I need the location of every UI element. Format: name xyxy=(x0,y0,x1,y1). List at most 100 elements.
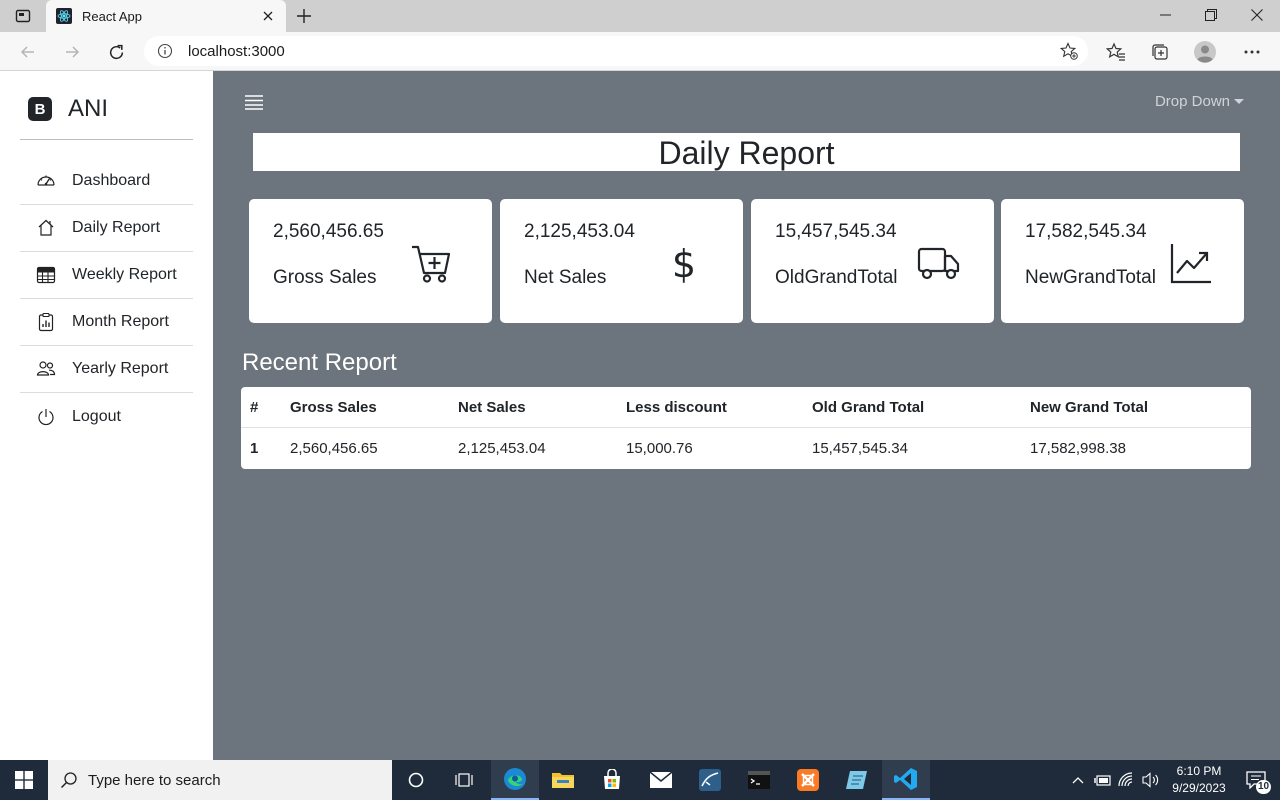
section-title: Recent Report xyxy=(242,349,397,376)
terminal-icon[interactable] xyxy=(735,760,783,800)
svg-text:$: $ xyxy=(672,242,696,285)
favorites-icon[interactable] xyxy=(1104,40,1128,64)
cart-plus-icon xyxy=(409,241,453,285)
sidebar-item-label: Yearly Report xyxy=(72,360,169,377)
collections-icon[interactable] xyxy=(1148,40,1172,64)
sidebar-item-label: Weekly Report xyxy=(72,266,177,283)
stat-value: 15,457,545.34 xyxy=(775,221,897,242)
back-icon[interactable] xyxy=(14,38,42,66)
url-text: localhost:3000 xyxy=(188,42,285,60)
brand[interactable]: B ANI xyxy=(28,95,108,123)
sidebar-item-month-report[interactable]: Month Report xyxy=(20,299,193,346)
dropdown-label: Drop Down xyxy=(1154,93,1230,110)
wifi-icon[interactable] xyxy=(1116,760,1138,800)
caret-down-icon xyxy=(1234,99,1244,104)
page-title: Daily Report xyxy=(253,133,1240,171)
notification-center-icon[interactable]: 10 xyxy=(1236,760,1276,800)
restore-icon[interactable] xyxy=(1188,0,1234,30)
sidebar-item-dashboard[interactable]: Dashboard xyxy=(20,158,193,205)
sidebar-item-label: Month Report xyxy=(72,313,169,330)
address-input[interactable]: localhost:3000 xyxy=(144,36,1088,66)
sidebar-item-logout[interactable]: Logout xyxy=(20,393,193,440)
main-content: Drop Down Daily Report 2,560,456.65 Gros… xyxy=(213,71,1280,760)
header-dropdown[interactable]: Drop Down xyxy=(1155,93,1244,110)
minimize-icon[interactable] xyxy=(1142,0,1188,30)
graph-up-icon xyxy=(1169,241,1213,285)
stat-card-gross-sales: 2,560,456.65 Gross Sales xyxy=(249,199,492,323)
stat-card-old-grand-total: 15,457,545.34 OldGrandTotal xyxy=(751,199,994,323)
windows-taskbar: Type here to search 6:10 PM 9/29/2023 10 xyxy=(0,760,1280,800)
taskbar-search-input[interactable]: Type here to search xyxy=(48,760,392,800)
search-placeholder: Type here to search xyxy=(88,771,221,789)
clipboard-chart-icon xyxy=(36,312,56,332)
clock-time: 6:10 PM xyxy=(1176,764,1222,778)
table-cell: 15,457,545.34 xyxy=(812,440,908,457)
add-favorite-icon[interactable] xyxy=(1059,42,1078,60)
refresh-icon[interactable] xyxy=(102,38,130,66)
more-options-icon[interactable] xyxy=(1240,40,1264,64)
show-hidden-icons-icon[interactable] xyxy=(1068,760,1088,800)
notification-badge: 10 xyxy=(1256,780,1271,794)
hamburger-menu-icon[interactable] xyxy=(243,93,265,111)
sidebar-item-weekly-report[interactable]: Weekly Report xyxy=(20,252,193,299)
sidebar-item-yearly-report[interactable]: Yearly Report xyxy=(20,346,193,393)
power-icon xyxy=(36,407,56,427)
sidebar-item-label: Dashboard xyxy=(72,172,151,189)
table-cell: 1 xyxy=(250,440,259,457)
volume-icon[interactable] xyxy=(1140,760,1162,800)
stat-label: Gross Sales xyxy=(273,267,377,288)
table-cell: 2,125,453.04 xyxy=(458,440,546,457)
stat-value: 2,125,453.04 xyxy=(524,221,635,242)
notepad-app-icon[interactable] xyxy=(833,760,881,800)
column-header: New Grand Total xyxy=(1030,399,1149,416)
browser-tab-active[interactable]: React App xyxy=(46,0,286,32)
battery-icon[interactable] xyxy=(1092,760,1114,800)
column-header: Old Grand Total xyxy=(812,399,925,416)
house-icon xyxy=(36,218,56,238)
cortana-icon[interactable] xyxy=(392,760,440,800)
new-tab-icon[interactable] xyxy=(292,5,316,27)
table-icon xyxy=(36,265,56,285)
search-icon xyxy=(60,771,78,789)
sidebar-item-label: Daily Report xyxy=(72,219,161,236)
xampp-icon[interactable] xyxy=(784,760,832,800)
stat-card-net-sales: 2,125,453.04 Net Sales $ xyxy=(500,199,743,323)
microsoft-store-icon[interactable] xyxy=(588,760,636,800)
table-header: # Gross Sales Net Sales Less discount Ol… xyxy=(241,387,1251,428)
forward-icon[interactable] xyxy=(58,38,86,66)
profile-avatar-icon[interactable] xyxy=(1193,40,1217,64)
mysql-workbench-icon[interactable] xyxy=(686,760,734,800)
react-favicon-icon xyxy=(56,8,72,24)
table-cell: 2,560,456.65 xyxy=(290,440,378,457)
file-explorer-icon[interactable] xyxy=(539,760,587,800)
clock-date: 9/29/2023 xyxy=(1172,781,1226,795)
column-header: Less discount xyxy=(626,399,727,416)
recent-report-table: # Gross Sales Net Sales Less discount Ol… xyxy=(241,387,1251,469)
sidebar-item-daily-report[interactable]: Daily Report xyxy=(20,205,193,252)
stat-label: NewGrandTotal xyxy=(1025,267,1156,288)
edge-browser-icon[interactable] xyxy=(491,760,539,800)
column-header: Gross Sales xyxy=(290,399,377,416)
windows-start-icon[interactable] xyxy=(0,760,48,800)
vscode-icon[interactable] xyxy=(882,760,930,800)
column-header: # xyxy=(250,399,259,416)
speedometer-icon xyxy=(36,171,56,191)
close-tab-icon[interactable] xyxy=(260,8,276,24)
divider xyxy=(20,139,193,140)
dollar-icon: $ xyxy=(662,241,706,286)
mail-icon[interactable] xyxy=(637,760,685,800)
task-view-icon[interactable] xyxy=(440,760,488,800)
system-clock[interactable]: 6:10 PM 9/29/2023 xyxy=(1160,763,1238,797)
stat-card-new-grand-total: 17,582,545.34 NewGrandTotal xyxy=(1001,199,1244,323)
sidebar: B ANI Dashboard Daily Report Weekly Repo… xyxy=(0,71,213,760)
browser-address-bar: localhost:3000 xyxy=(0,32,1280,71)
brand-logo: B xyxy=(28,97,52,121)
close-window-icon[interactable] xyxy=(1234,0,1280,30)
tab-title: React App xyxy=(82,8,142,24)
people-icon xyxy=(36,359,56,379)
site-info-icon[interactable] xyxy=(156,42,174,60)
table-cell: 17,582,998.38 xyxy=(1030,440,1126,457)
brand-name: ANI xyxy=(68,95,109,122)
sidebar-menu: Dashboard Daily Report Weekly Report Mon… xyxy=(20,158,193,440)
workspaces-icon[interactable] xyxy=(12,6,34,26)
